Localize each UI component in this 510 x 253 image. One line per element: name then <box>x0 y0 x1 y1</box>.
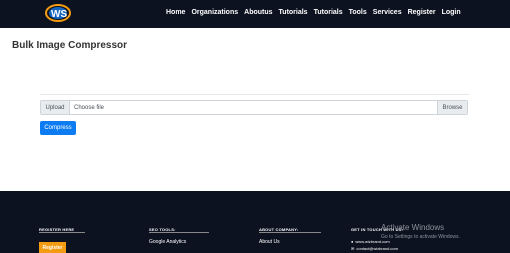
footer <box>0 191 510 253</box>
footer-email[interactable]: ✉ contact@wizbrand.com <box>351 246 398 251</box>
globe-icon: ● <box>351 239 354 244</box>
top-navbar: WS Home Organizations Aboutus Tutorials … <box>0 0 510 28</box>
email-text: contact@wizbrand.com <box>356 246 398 251</box>
nav-tutorials[interactable]: Tutorials <box>279 9 308 16</box>
nav-register[interactable]: Register <box>408 9 436 16</box>
nav-aboutus[interactable]: Aboutus <box>244 9 272 16</box>
main-nav: Home Organizations Aboutus Tutorials Tut… <box>166 9 461 16</box>
svg-text:WS: WS <box>51 9 67 20</box>
nav-tutorials-2[interactable]: Tutorials <box>314 9 343 16</box>
envelope-icon: ✉ <box>351 246 355 251</box>
file-input[interactable]: Upload Choose file Browse <box>40 100 468 115</box>
nav-tools[interactable]: Tools <box>349 9 367 16</box>
site-logo[interactable]: WS <box>44 2 72 24</box>
nav-organizations[interactable]: Organizations <box>191 9 238 16</box>
footer-link-about-us[interactable]: About Us <box>259 239 280 245</box>
footer-underline <box>149 232 209 233</box>
activate-windows-subtitle: Go to Settings to activate Windows. <box>381 234 460 240</box>
upload-label: Upload <box>41 101 70 114</box>
browse-button[interactable]: Browse <box>437 101 467 114</box>
activate-windows-title: Activate Windows <box>381 223 445 232</box>
register-button[interactable]: Register <box>39 242 66 253</box>
nav-home[interactable]: Home <box>166 9 185 16</box>
footer-link-google-analytics[interactable]: Google Analytics <box>149 239 186 245</box>
footer-underline <box>259 232 321 233</box>
page-title: Bulk Image Compressor <box>12 40 128 51</box>
compress-button[interactable]: Compress <box>40 121 76 135</box>
file-placeholder[interactable]: Choose file <box>70 105 437 111</box>
footer-underline <box>39 232 85 233</box>
nav-services[interactable]: Services <box>373 9 402 16</box>
nav-login[interactable]: Login <box>442 9 461 16</box>
divider <box>40 94 469 95</box>
